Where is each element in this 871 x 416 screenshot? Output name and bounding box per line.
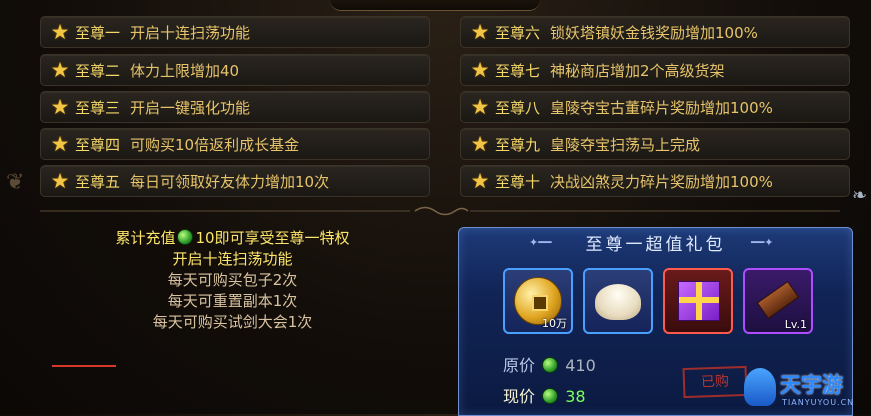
top-ornament bbox=[330, 0, 540, 11]
star-icon: ★ bbox=[50, 95, 70, 119]
star-icon: ★ bbox=[50, 20, 70, 44]
item-level: Lv.1 bbox=[784, 318, 807, 331]
privilege-row: ★ 至尊七 神秘商店增加2个高级货架 bbox=[460, 54, 850, 86]
privilege-desc: 锁妖塔镇妖金钱奖励增加100% bbox=[550, 23, 758, 42]
privilege-row: ★ 至尊五 每日可领取好友体力增加10次 bbox=[40, 165, 430, 197]
privilege-desc: 皇陵夺宝扫荡马上完成 bbox=[550, 135, 701, 154]
star-icon: ★ bbox=[50, 58, 70, 82]
privilege-rank: 至尊一 bbox=[75, 23, 121, 42]
vip-benefit: 开启十连扫荡功能 bbox=[172, 250, 293, 268]
star-icon: ★ bbox=[470, 95, 490, 119]
original-price: 410 bbox=[565, 356, 596, 375]
item-quantity: 10万 bbox=[542, 317, 567, 330]
privilege-rank: 至尊七 bbox=[495, 61, 541, 80]
original-price-label: 原价 bbox=[503, 356, 536, 375]
privilege-row: ★ 至尊三 开启一键强化功能 bbox=[40, 91, 430, 123]
privilege-row: ★ 至尊二 体力上限增加40 bbox=[40, 54, 430, 86]
jade-gem-icon bbox=[177, 229, 194, 245]
vip-benefits: 累计充值 10即可享受至尊一特权 开启十连扫荡功能 每天可购买包子2次 每天可重置… bbox=[60, 228, 405, 333]
gift-pack-title: 至尊一超值礼包 bbox=[585, 235, 726, 255]
cloud-ornament-icon: ❧ bbox=[852, 185, 868, 206]
vip-recharge-line: 累计充值 10即可享受至尊一特权 bbox=[60, 228, 405, 249]
site-watermark: 天宇游 TIANYUYOU.CN bbox=[744, 368, 871, 414]
privilege-row: ★ 至尊八 皇陵夺宝古董碎片奖励增加100% bbox=[460, 91, 850, 123]
recharge-label: 累计充值 bbox=[115, 229, 176, 247]
privilege-desc: 每日可领取好友体力增加10次 bbox=[130, 172, 330, 191]
vip-benefit: 每天可重置副本1次 bbox=[167, 292, 298, 310]
privilege-rank: 至尊十 bbox=[495, 172, 541, 191]
privilege-desc: 开启一键强化功能 bbox=[130, 98, 251, 117]
jade-gem-icon bbox=[542, 388, 559, 404]
price-strikethrough bbox=[52, 365, 116, 367]
privilege-desc: 开启十连扫荡功能 bbox=[130, 23, 251, 42]
star-icon: ★ bbox=[470, 132, 490, 156]
recharge-requirement: 10即可享受至尊一特权 bbox=[195, 229, 350, 247]
privilege-rank: 至尊九 bbox=[495, 135, 541, 154]
star-icon: ★ bbox=[470, 20, 490, 44]
privilege-row: ★ 至尊十 决战凶煞灵力碎片奖励增加100% bbox=[460, 165, 850, 197]
privilege-row: ★ 至尊四 可购买10倍返利成长基金 bbox=[40, 128, 430, 160]
gift-box-icon bbox=[678, 281, 720, 321]
star-icon: ★ bbox=[50, 169, 70, 193]
steamed-bun-icon bbox=[595, 284, 641, 320]
purchased-stamp: 已购 bbox=[682, 365, 748, 399]
ornament-divider bbox=[40, 206, 840, 216]
star-icon: ★ bbox=[50, 132, 70, 156]
gift-item-slot[interactable] bbox=[663, 268, 733, 334]
current-price-row: 现价 38 bbox=[503, 383, 586, 407]
privilege-row: ★ 至尊六 锁妖塔镇妖金钱奖励增加100% bbox=[460, 16, 850, 48]
original-price-row: 原价 410 bbox=[503, 352, 596, 376]
gift-item-slot[interactable]: 10万 bbox=[503, 268, 573, 334]
scroll-ornament-icon: ❦ bbox=[6, 170, 25, 195]
privilege-desc: 决战凶煞灵力碎片奖励增加100% bbox=[550, 172, 773, 191]
gift-item-slot[interactable]: Lv.1 bbox=[743, 268, 813, 334]
star-icon: ★ bbox=[470, 169, 490, 193]
watermark-logo-icon bbox=[744, 368, 776, 406]
privilege-rank: 至尊三 bbox=[75, 98, 121, 117]
star-icon: ★ bbox=[470, 58, 490, 82]
privilege-rank: 至尊六 bbox=[495, 23, 541, 42]
current-price-label: 现价 bbox=[503, 387, 536, 406]
privilege-desc: 神秘商店增加2个高级货架 bbox=[550, 61, 725, 80]
vip-benefit: 每天可购买包子2次 bbox=[167, 271, 298, 289]
gift-item-slot[interactable] bbox=[583, 268, 653, 334]
privilege-row: ★ 至尊九 皇陵夺宝扫荡马上完成 bbox=[460, 128, 850, 160]
watermark-name: 天宇游 bbox=[780, 373, 843, 397]
privilege-rank: 至尊四 bbox=[75, 135, 121, 154]
current-price: 38 bbox=[565, 387, 586, 406]
privilege-rank: 至尊五 bbox=[75, 172, 121, 191]
wooden-plank-icon bbox=[756, 280, 800, 320]
privilege-desc: 体力上限增加40 bbox=[130, 61, 240, 80]
watermark-url: TIANYUYOU.CN bbox=[782, 398, 855, 407]
jade-gem-icon bbox=[542, 357, 559, 373]
vip-benefit: 每天可购买试剑大会1次 bbox=[152, 313, 313, 331]
privilege-desc: 皇陵夺宝古董碎片奖励增加100% bbox=[550, 98, 773, 117]
privilege-rank: 至尊八 bbox=[495, 98, 541, 117]
privilege-row: ★ 至尊一 开启十连扫荡功能 bbox=[40, 16, 430, 48]
privilege-desc: 可购买10倍返利成长基金 bbox=[130, 135, 300, 154]
privilege-rank: 至尊二 bbox=[75, 61, 121, 80]
